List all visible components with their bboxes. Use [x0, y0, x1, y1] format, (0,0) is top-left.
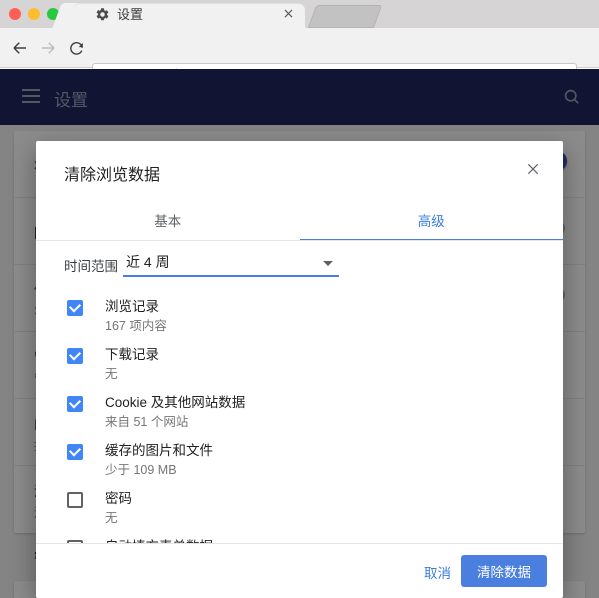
chevron-down-icon — [323, 261, 333, 266]
window-controls — [9, 8, 59, 20]
data-type-list: 浏览记录 167 项内容 下载记录 无 Cookie 及其他网站数据 来自 51… — [36, 289, 563, 543]
tab-strip: 设置 × — [0, 0, 599, 28]
time-range-field: 时间范围 近 4 周 — [64, 241, 534, 289]
list-item-sub: 来自 51 个网站 — [105, 415, 189, 429]
list-item-title: 密码 — [105, 491, 132, 506]
list-item[interactable]: Cookie 及其他网站数据 来自 51 个网站 — [36, 385, 563, 433]
forward-icon[interactable] — [36, 36, 60, 60]
browser-window: 设置 × Chrome chrome://settings/clearBrows… — [0, 0, 599, 598]
dialog-body: 时间范围 近 4 周 浏览记录 167 项内容 下载记录 无 Cookie 及其… — [36, 241, 563, 543]
checkbox-download-history[interactable] — [67, 348, 83, 364]
list-item[interactable]: 缓存的图片和文件 少于 109 MB — [36, 433, 563, 481]
list-item[interactable]: 浏览记录 167 项内容 — [36, 289, 563, 337]
cancel-button[interactable]: 取消 — [424, 558, 451, 586]
reload-icon[interactable] — [64, 36, 88, 60]
list-item[interactable]: 密码 无 — [36, 481, 563, 529]
time-range-value: 近 4 周 — [126, 254, 170, 270]
checkbox-browsing-history[interactable] — [67, 300, 83, 316]
tab-title: 设置 — [117, 7, 144, 22]
list-item-sub: 无 — [105, 511, 118, 525]
dialog-tabs: 基本 高级 — [36, 198, 563, 241]
tab-basic[interactable]: 基本 — [36, 198, 300, 241]
tab-close-icon[interactable]: × — [281, 7, 296, 22]
time-range-label: 时间范围 — [64, 259, 118, 274]
checkbox-cookies[interactable] — [67, 396, 83, 412]
minimize-window-button[interactable] — [28, 8, 40, 20]
list-item-title: 浏览记录 — [105, 299, 159, 314]
browser-toolbar: Chrome chrome://settings/clearBrowserDat… — [0, 28, 599, 89]
clear-browsing-data-dialog: 清除浏览数据 基本 高级 时间范围 近 4 周 浏览记录 167 项内容 下载记… — [36, 141, 563, 598]
list-item-title: 缓存的图片和文件 — [105, 443, 213, 458]
close-window-button[interactable] — [9, 8, 21, 20]
list-item-sub: 167 项内容 — [105, 319, 167, 333]
list-item-title: 下载记录 — [105, 347, 159, 362]
clear-data-button[interactable]: 清除数据 — [461, 555, 547, 587]
time-range-select[interactable]: 近 4 周 — [123, 249, 339, 277]
checkbox-cached-files[interactable] — [67, 444, 83, 460]
back-icon[interactable] — [8, 36, 32, 60]
dialog-title: 清除浏览数据 — [64, 167, 161, 184]
list-item-title: Cookie 及其他网站数据 — [105, 395, 246, 410]
list-item-title: 自动填充表单数据 — [105, 535, 213, 543]
checkbox-passwords[interactable] — [67, 492, 83, 508]
gear-icon — [96, 8, 109, 21]
close-icon[interactable] — [519, 155, 547, 183]
dialog-footer: 取消 清除数据 — [36, 544, 563, 598]
tab-advanced[interactable]: 高级 — [299, 198, 564, 241]
new-tab-placeholder[interactable] — [307, 5, 383, 28]
list-item-sub: 无 — [105, 367, 118, 381]
list-item[interactable]: 下载记录 无 — [36, 337, 563, 385]
list-item-sub: 少于 109 MB — [105, 463, 177, 477]
list-item[interactable]: 自动填充表单数据 — [36, 529, 563, 543]
